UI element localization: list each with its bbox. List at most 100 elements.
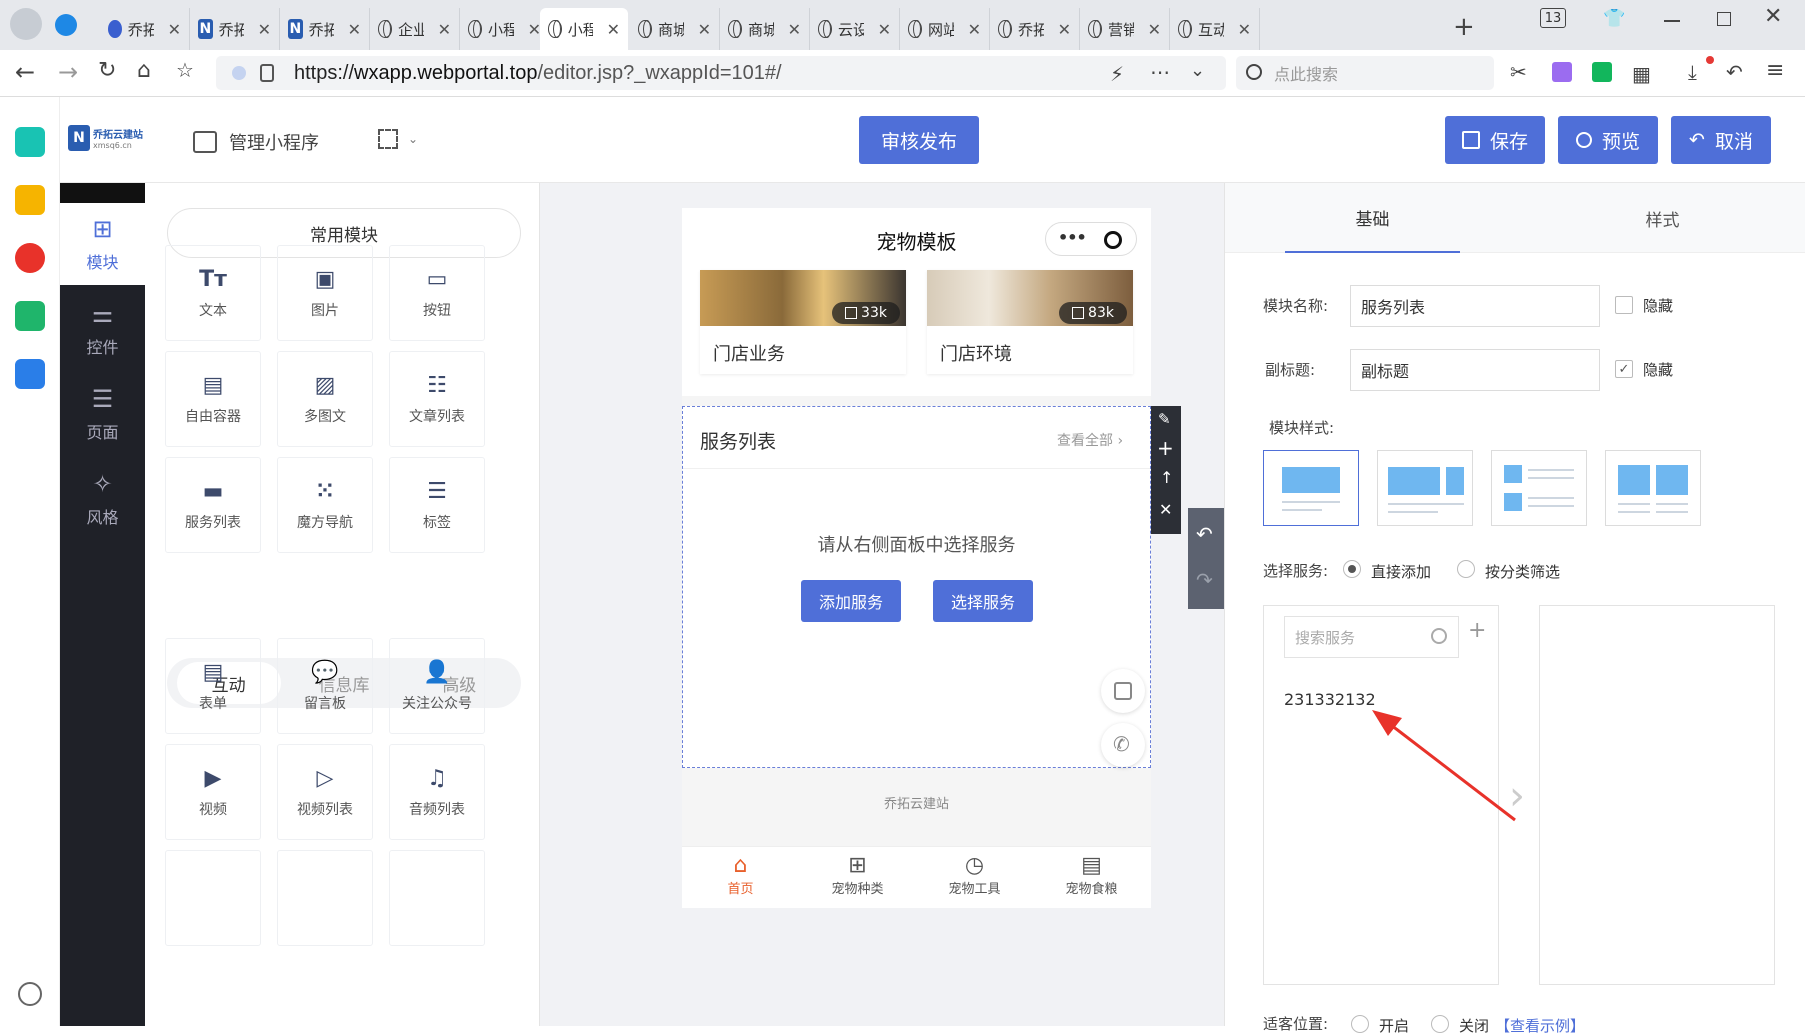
sidebar-item-0[interactable]: ⊞ 模块 (60, 203, 145, 285)
card-store-environment[interactable]: 83k 门店环境 (927, 270, 1133, 374)
subtitle-input[interactable]: 副标题 (1350, 349, 1600, 391)
module-item[interactable]: ▷ 视频列表 (277, 744, 373, 840)
module-item[interactable]: ▤ 表单 (165, 638, 261, 734)
close-tab-icon[interactable]: ✕ (258, 20, 271, 39)
capsule-menu[interactable]: ••• (1045, 222, 1137, 256)
favorites-star-icon[interactable] (15, 185, 45, 215)
style-option-2[interactable] (1377, 450, 1473, 526)
edit-pencil-icon[interactable]: ✎ (1158, 410, 1171, 428)
maximize-icon[interactable] (1717, 12, 1731, 26)
module-item[interactable]: ♫ 音频列表 (389, 744, 485, 840)
browser-search-input[interactable]: 点此搜索 (1236, 56, 1494, 90)
browser-tab[interactable]: 商城 ✕ (720, 8, 810, 50)
view-all-link[interactable]: 查看全部 › (1057, 430, 1123, 450)
category-filter-radio[interactable] (1457, 560, 1475, 578)
module-item[interactable]: ☷ 文章列表 (389, 351, 485, 447)
close-tab-icon[interactable]: ✕ (438, 20, 451, 39)
search-doc-icon[interactable] (277, 850, 373, 946)
move-up-icon[interactable]: ↑ (1160, 468, 1173, 487)
qrcode-dropdown[interactable]: ⌄ (378, 129, 418, 149)
more-icon[interactable]: ⋯ (1150, 60, 1170, 84)
eraser-icon[interactable] (165, 850, 261, 946)
style-option-1[interactable] (1263, 450, 1359, 526)
select-service-button[interactable]: 选择服务 (933, 580, 1033, 622)
close-window-icon[interactable]: ✕ (1764, 4, 1782, 29)
close-tab-icon[interactable]: ✕ (528, 20, 541, 39)
settings-gear-icon[interactable] (18, 982, 42, 1006)
new-tab-icon[interactable]: + (1453, 12, 1475, 42)
close-tab-icon[interactable]: ✕ (878, 20, 891, 39)
preview-button[interactable]: 预览 (1558, 116, 1658, 164)
cancel-button[interactable]: ↶ 取消 (1671, 116, 1771, 164)
brand-logo[interactable]: N 乔拓云建站 xmsq6.cn (68, 125, 143, 151)
back-icon[interactable]: ← (15, 58, 35, 86)
close-tab-icon[interactable]: ✕ (168, 20, 181, 39)
nav-item[interactable]: ⊞ 宠物种类 (799, 853, 916, 897)
browser-tab[interactable]: 企业 ✕ (370, 8, 460, 50)
add-icon[interactable]: + (1157, 436, 1174, 460)
weibo-icon[interactable] (15, 243, 45, 273)
menu-icon[interactable]: ≡ (1766, 58, 1784, 83)
hide-module-name-checkbox[interactable] (1615, 296, 1633, 314)
save-button[interactable]: 保存 (1445, 116, 1545, 164)
call-button[interactable]: ✆ (1101, 723, 1145, 767)
shirt-icon[interactable]: 👕 (1603, 8, 1625, 29)
module-item[interactable]: ▨ 多图文 (277, 351, 373, 447)
close-tab-icon[interactable]: ✕ (348, 20, 361, 39)
close-tab-icon[interactable]: ✕ (607, 20, 620, 39)
nav-item[interactable]: ◷ 宠物工具 (916, 853, 1033, 897)
forward-icon[interactable]: → (58, 58, 78, 86)
sidebar-item-3[interactable]: ✧ 风格 (60, 458, 145, 540)
share-button[interactable] (1101, 669, 1145, 713)
browser-tab[interactable]: N 乔拓 ✕ (190, 8, 280, 50)
home-icon[interactable]: ⌂ (137, 58, 151, 83)
close-tab-icon[interactable]: ✕ (1148, 20, 1161, 39)
browser-tab[interactable]: N 乔拓 ✕ (280, 8, 370, 50)
browser-logo-icon[interactable] (10, 8, 42, 40)
module-item[interactable]: ⁙ 魔方导航 (277, 457, 373, 553)
publish-button[interactable]: 审核发布 (859, 116, 979, 164)
close-tab-icon[interactable]: ✕ (968, 20, 981, 39)
sidebar-item-2[interactable]: ☰ 页面 (60, 373, 145, 455)
close-tab-icon[interactable]: ✕ (1058, 20, 1071, 39)
module-name-input[interactable]: 服务列表 (1350, 285, 1600, 327)
nav-item[interactable]: ⌂ 首页 (682, 853, 799, 897)
apps-grid-icon[interactable]: ▦ (1632, 62, 1651, 86)
manage-miniapp-link[interactable]: 管理小程序 (193, 129, 319, 155)
module-item[interactable]: ▭ 按钮 (389, 245, 485, 341)
scissors-icon[interactable]: ✂ (1510, 60, 1527, 84)
service-list-module[interactable]: 服务列表 查看全部 › 请从右侧面板中选择服务 添加服务 选择服务 ✆ (682, 406, 1151, 768)
browser-tab[interactable]: 营销 ✕ (1080, 8, 1170, 50)
browser-tab[interactable]: 乔拓 ✕ (100, 8, 190, 50)
module-item[interactable]: 👤 关注公众号 (389, 638, 485, 734)
style-option-3[interactable] (1491, 450, 1587, 526)
card-store-business[interactable]: 33k 门店业务 (700, 270, 906, 374)
sidebar-item-1[interactable]: ⚌ 控件 (60, 288, 145, 370)
bottom-off-radio[interactable] (1431, 1015, 1449, 1033)
url-field[interactable]: https://wxapp.webportal.top/editor.jsp?_… (216, 56, 1226, 90)
module-item[interactable]: Tт 文本 (165, 245, 261, 341)
service-search-input[interactable]: 搜索服务 (1284, 616, 1459, 658)
chevron-down-icon[interactable]: ⌄ (1190, 60, 1205, 81)
plugin-icon[interactable] (15, 127, 45, 157)
redo-icon[interactable]: ↷ (1196, 568, 1213, 592)
telegram-icon[interactable] (55, 14, 77, 36)
notes-icon[interactable] (15, 359, 45, 389)
download-icon[interactable]: ⤓ (1688, 60, 1697, 84)
browser-tab[interactable]: 乔拓 ✕ (990, 8, 1080, 50)
add-icon[interactable]: + (1468, 618, 1486, 643)
lightning-icon[interactable]: ⚡ (1110, 62, 1124, 86)
undo-icon[interactable]: ↶ (1196, 522, 1213, 546)
module-item[interactable]: ▶ 视频 (165, 744, 261, 840)
reload-icon[interactable]: ↻ (98, 58, 116, 83)
module-item[interactable]: ▤ 自由容器 (165, 351, 261, 447)
minimize-icon[interactable] (1664, 20, 1680, 22)
card-icon[interactable] (389, 850, 485, 946)
module-item[interactable]: ▣ 图片 (277, 245, 373, 341)
tab-basic[interactable]: 基础 (1285, 183, 1460, 253)
bottom-on-radio[interactable] (1351, 1015, 1369, 1033)
delete-icon[interactable]: ✕ (1159, 500, 1172, 519)
browser-tab[interactable]: 互动 ✕ (1170, 8, 1260, 50)
mail-icon[interactable] (15, 301, 45, 331)
undo-icon[interactable]: ↶ (1726, 60, 1743, 84)
